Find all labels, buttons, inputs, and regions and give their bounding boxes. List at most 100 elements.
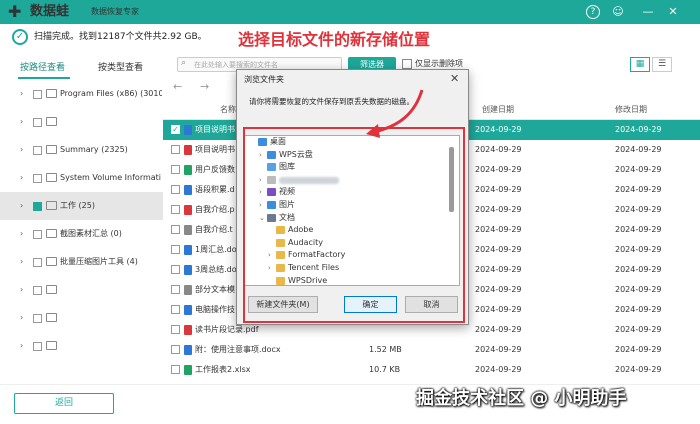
row-checkbox[interactable] bbox=[171, 245, 180, 254]
tree-item[interactable]: › 批量压缩图片工具 (4) bbox=[0, 248, 163, 276]
tree-item[interactable]: › System Volume Informati bbox=[0, 164, 163, 192]
tree-item-label: Summary (2325) bbox=[60, 145, 128, 154]
folder-icon bbox=[46, 257, 57, 266]
file-modified: 2024-09-29 bbox=[615, 345, 662, 354]
file-created: 2024-09-29 bbox=[475, 145, 522, 154]
tree-item[interactable]: › Program Files (x86) (3010) bbox=[0, 80, 163, 108]
tree-item[interactable]: › bbox=[0, 332, 163, 360]
file-type-icon bbox=[184, 225, 192, 235]
row-checkbox[interactable] bbox=[171, 285, 180, 294]
tree-item[interactable]: › Summary (2325) bbox=[0, 136, 163, 164]
file-type-icon bbox=[184, 365, 192, 375]
tree-item-checkbox[interactable] bbox=[33, 118, 42, 127]
tab-by-path[interactable]: 按路径查看 bbox=[20, 62, 65, 74]
forward-arrow-icon[interactable]: → bbox=[200, 80, 209, 93]
header-modified[interactable]: 修改日期 bbox=[615, 104, 647, 116]
scan-complete-check-icon: ✓ bbox=[12, 29, 28, 45]
back-button[interactable]: 返回 bbox=[14, 393, 114, 414]
folder-icon bbox=[46, 341, 57, 350]
help-icon[interactable]: ? bbox=[586, 5, 600, 19]
tree-item-checkbox[interactable] bbox=[33, 314, 42, 323]
row-checkbox[interactable] bbox=[171, 165, 180, 174]
header-created[interactable]: 创建日期 bbox=[482, 104, 514, 116]
file-type-icon bbox=[184, 305, 192, 315]
file-created: 2024-09-29 bbox=[475, 345, 522, 354]
user-icon[interactable]: ☺ bbox=[610, 4, 626, 20]
file-created: 2024-09-29 bbox=[475, 205, 522, 214]
row-checkbox[interactable] bbox=[171, 265, 180, 274]
tree-item-checkbox[interactable] bbox=[33, 174, 42, 183]
chevron-right-icon[interactable]: › bbox=[20, 276, 23, 304]
file-modified: 2024-09-29 bbox=[615, 225, 662, 234]
tree-item[interactable]: › bbox=[0, 108, 163, 136]
tree-item-checkbox[interactable] bbox=[33, 230, 42, 239]
file-created: 2024-09-29 bbox=[475, 285, 522, 294]
file-created: 2024-09-29 bbox=[475, 305, 522, 314]
chevron-right-icon[interactable]: › bbox=[20, 332, 23, 360]
row-checkbox[interactable] bbox=[171, 145, 180, 154]
chevron-right-icon[interactable]: › bbox=[20, 304, 23, 332]
tree-item-checkbox[interactable] bbox=[33, 146, 42, 155]
tree-item[interactable]: › 工作 (25) bbox=[0, 192, 163, 220]
close-icon[interactable]: ✕ bbox=[665, 4, 681, 20]
file-size: 1.52 MB bbox=[369, 345, 402, 354]
row-checkbox[interactable] bbox=[171, 345, 180, 354]
file-type-icon bbox=[184, 185, 192, 195]
chevron-right-icon[interactable]: › bbox=[20, 164, 23, 192]
tree-item-label: 截图素材汇总 (0) bbox=[60, 229, 122, 238]
search-icon: ⌕ bbox=[181, 58, 187, 68]
header-name[interactable]: 名称 bbox=[220, 104, 236, 116]
chevron-right-icon[interactable]: › bbox=[20, 108, 23, 136]
file-type-icon bbox=[184, 165, 192, 175]
row-checkbox[interactable]: ✓ bbox=[171, 125, 180, 134]
file-created: 2024-09-29 bbox=[475, 165, 522, 174]
file-name: 电脑操作技 bbox=[195, 305, 235, 314]
row-checkbox[interactable] bbox=[171, 325, 180, 334]
chevron-right-icon[interactable]: › bbox=[20, 136, 23, 164]
file-name: 自我介绍.t bbox=[195, 225, 233, 234]
file-name: 语段积累.d bbox=[195, 185, 235, 194]
tree-item[interactable]: › 截图素材汇总 (0) bbox=[0, 220, 163, 248]
tree-item-checkbox[interactable] bbox=[33, 342, 42, 351]
tree-item-checkbox[interactable] bbox=[33, 202, 42, 211]
file-type-icon bbox=[184, 125, 192, 135]
file-type-icon bbox=[184, 325, 192, 335]
row-checkbox[interactable] bbox=[171, 185, 180, 194]
folder-icon bbox=[46, 173, 57, 182]
tree-item-label: 批量压缩图片工具 (4) bbox=[60, 257, 138, 266]
file-created: 2024-09-29 bbox=[475, 225, 522, 234]
tree-item-checkbox[interactable] bbox=[33, 258, 42, 267]
row-checkbox[interactable] bbox=[171, 365, 180, 374]
chevron-right-icon[interactable]: › bbox=[20, 220, 23, 248]
row-checkbox[interactable] bbox=[171, 305, 180, 314]
dialog-close-icon[interactable]: ✕ bbox=[450, 72, 459, 85]
folder-icon bbox=[46, 89, 57, 98]
minimize-icon[interactable]: — bbox=[640, 4, 656, 20]
table-row[interactable]: 附：使用注意事项.docx 1.52 MB 2024-09-29 2024-09-29 bbox=[163, 340, 700, 360]
tree-item-checkbox[interactable] bbox=[33, 286, 42, 295]
table-row[interactable]: 工作报表2.xlsx 10.7 KB 2024-09-29 2024-09-29 bbox=[163, 360, 700, 380]
show-deleted-checkbox[interactable] bbox=[402, 59, 412, 69]
app-name: 数据蛙 bbox=[30, 4, 70, 19]
row-checkbox[interactable] bbox=[171, 205, 180, 214]
back-arrow-icon[interactable]: ← bbox=[173, 80, 182, 93]
tree-item-label: 工作 (25) bbox=[60, 201, 95, 210]
file-created: 2024-09-29 bbox=[475, 365, 522, 374]
list-view-icon[interactable]: ☰ bbox=[652, 57, 672, 72]
app-subtitle: 数据恢复专家 bbox=[91, 7, 139, 16]
file-name: 1周汇总.doc bbox=[195, 245, 242, 254]
chevron-right-icon[interactable]: › bbox=[20, 192, 23, 220]
file-modified: 2024-09-29 bbox=[615, 325, 662, 334]
tree-item[interactable]: › bbox=[0, 276, 163, 304]
file-modified: 2024-09-29 bbox=[615, 265, 662, 274]
chevron-right-icon[interactable]: › bbox=[20, 248, 23, 276]
file-modified: 2024-09-29 bbox=[615, 305, 662, 314]
annotation-title: 选择目标文件的新存储位置 bbox=[238, 30, 431, 49]
row-checkbox[interactable] bbox=[171, 225, 180, 234]
grid-view-icon[interactable]: ▦ bbox=[630, 57, 650, 72]
tab-by-type[interactable]: 按类型查看 bbox=[98, 62, 143, 74]
tree-item-checkbox[interactable] bbox=[33, 90, 42, 99]
tree-item[interactable]: › bbox=[0, 304, 163, 332]
chevron-right-icon[interactable]: › bbox=[20, 80, 23, 108]
annotation-arrow-icon bbox=[366, 89, 424, 138]
